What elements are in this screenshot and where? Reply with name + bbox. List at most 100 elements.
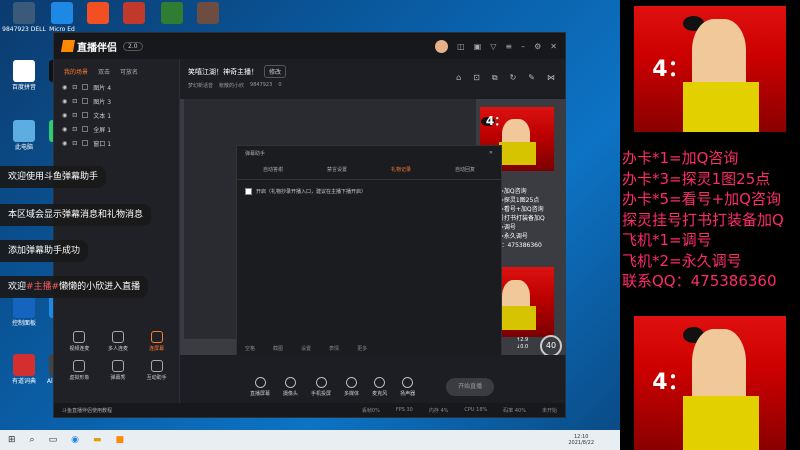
footer-button[interactable]: 表情 [329,345,339,352]
control-button[interactable]: 手机投屏 [311,377,331,397]
danmu-notice: 添加弹幕助手成功 [0,240,89,262]
status-item: 码率 40% [503,407,526,414]
version-badge: 2.0 [123,41,143,51]
footer-button[interactable]: 空格 [245,345,255,352]
feature-grid: 视频连麦 多人连麦 连屏幕虚拟形象 弹幕秀 互动助手 [60,331,176,381]
lock-icon[interactable]: ⊡ [72,126,77,133]
source-label: 全屏 1 [93,126,112,134]
ad-line: 飞机*2=永久调号 [622,251,742,270]
control-button[interactable]: 多媒体 [344,377,359,397]
eye-icon[interactable]: ◉ [62,98,67,105]
source-item[interactable]: ◉ ⊡ 窗口 1 [54,136,179,150]
counter-ring: 40 [540,335,562,355]
control-button[interactable]: 扬声器 [400,377,415,397]
control-button[interactable]: 摄像头 [283,377,298,397]
dialog-tab[interactable]: 自动答谢 [263,166,283,173]
lock-icon[interactable]: ⊡ [473,73,480,83]
control-icon [315,377,327,388]
control-button[interactable]: 直播屏幕 [250,377,270,397]
lock-icon[interactable]: ⊡ [72,84,77,91]
taskview-icon[interactable]: ▭ [49,435,58,445]
edge-icon[interactable]: ◉ [71,435,79,445]
feature-icon [150,331,163,343]
dialog-tab[interactable]: 礼物记录 [391,166,411,173]
share-icon[interactable]: ⋈ [547,73,555,83]
stream-header: 笑嘻江湖！神奇主播！ 修改 梦幻新话音 帐散的小欣 9847923 0 ⌂ ⊡ ⧉ ↻… [180,59,565,99]
refresh-icon[interactable]: ↻ [510,73,517,83]
tutorial-link[interactable]: 斗鱼直播伴侣使用教程 [62,407,112,414]
close-icon[interactable]: ✕ [550,42,557,51]
source-item[interactable]: ◉ ⊡ 全屏 1 [54,122,179,136]
footer-button[interactable]: 截图 [273,345,283,352]
feature-button[interactable]: 连屏幕 [137,331,176,352]
source-checkbox[interactable] [82,140,89,146]
eye-icon[interactable]: ◉ [62,126,67,133]
desktop-icon[interactable] [186,2,230,26]
shirt-icon[interactable]: ▽ [490,42,496,51]
speed-down: 0.0 [520,344,529,350]
menu-icon[interactable]: ≡ [505,42,512,51]
source-item[interactable]: ◉ ⊡ 文本 1 [54,108,179,122]
clock-date: 2021/8/22 [568,440,594,446]
minimize-icon[interactable]: – [521,42,525,51]
explorer-icon[interactable]: ▬ [93,435,102,445]
danmu-assistant-dialog: 弹幕助手 ✕ 自动答谢 禁言设置 礼物记录 自动回复 开启（礼物抄录开播入口，建议在主… [236,145,502,355]
status-item: 内存 4% [428,407,449,414]
scene-tabs: 我的场景 双击 可放名 [54,59,179,80]
eye-icon[interactable]: ◉ [62,112,67,119]
feature-button[interactable]: 多人连麦 [99,331,138,352]
source-checkbox[interactable] [82,126,89,132]
source-item[interactable]: ◉ ⊡ 图片 3 [54,94,179,108]
enable-option[interactable]: 开启（礼物抄录开播入口，建议在主播下播开启） [237,180,501,203]
scene-tab[interactable]: 双击 [98,67,110,76]
lock-icon[interactable]: ⊡ [72,140,77,147]
danmu-notice: 欢迎#主播#懒懒的小欣进入直播 [0,276,149,298]
avatar[interactable] [435,39,449,53]
scene-tab[interactable]: 我的场景 [64,67,88,76]
source-checkbox[interactable] [82,112,89,118]
lock-icon[interactable]: ⊡ [72,112,77,119]
notification-icon[interactable]: ◫ [457,42,465,51]
feature-button[interactable]: 虚拟形象 [60,360,99,381]
feature-button[interactable]: 互动助手 [137,360,176,381]
control-button[interactable]: 麦克风 [372,377,387,397]
scene-tab[interactable]: 可放名 [120,67,138,76]
app-icon [197,2,219,24]
app-icon [161,2,183,24]
dialog-title: 弹幕助手 [245,151,266,157]
eye-icon[interactable]: ◉ [62,84,67,91]
lock-icon[interactable]: ⊡ [72,98,77,105]
ad-image-bottom: 4： [634,316,786,450]
app-taskbar-icon[interactable]: ■ [115,435,124,445]
go-live-button[interactable]: 开始直播 [446,378,495,396]
start-icon[interactable]: ⊞ [8,435,16,445]
close-icon[interactable]: ✕ [489,150,493,156]
source-checkbox[interactable] [82,98,89,104]
settings-icon[interactable]: ⚙ [534,42,541,51]
control-icon [374,377,386,388]
clock: 12:10 2021/8/22 [568,434,594,446]
source-item[interactable]: ◉ ⊡ 图片 4 [54,80,179,94]
footer-button[interactable]: 设置 [301,345,311,352]
dialog-tab[interactable]: 禁言设置 [327,166,347,173]
notice-text: 本区域会显示弹幕消息和礼物消息 [8,210,144,220]
copy-icon[interactable]: ⧉ [492,73,498,83]
feature-icon [73,360,86,372]
ad-line: 办卡*3=探灵1图25点 [622,169,771,188]
search-icon[interactable]: ⌕ [30,435,35,445]
source-checkbox[interactable] [82,84,89,90]
record-icon[interactable]: ▣ [474,42,482,51]
footer-button[interactable]: 更多 [357,345,367,352]
eye-icon[interactable]: ◉ [62,140,67,147]
feature-button[interactable]: 弹幕秀 [99,360,138,381]
modify-button[interactable]: 修改 [264,65,287,78]
shop-icon[interactable]: ⌂ [456,73,461,83]
dialog-tab[interactable]: 自动回复 [455,166,475,173]
feature-label: 视频连麦 [69,346,90,352]
enable-checkbox[interactable] [245,188,252,195]
edit-icon[interactable]: ✎ [528,73,535,83]
feature-icon [73,331,86,343]
dialog-footer: 空格 截图 设置 表情 更多 [245,336,493,355]
ad-line: 办卡*5=看号+加Q咨询 [622,190,781,208]
feature-button[interactable]: 视频连麦 [60,331,99,352]
